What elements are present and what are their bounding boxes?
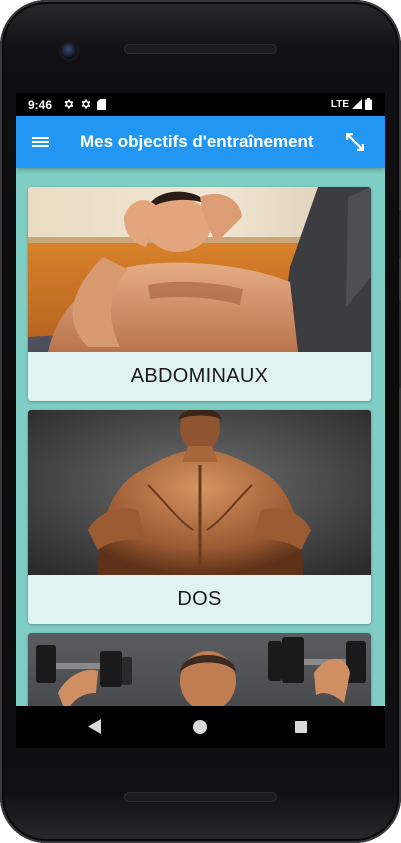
gear-icon [64, 99, 74, 109]
objectives-list[interactable]: ABDOMINAUX DOS [16, 168, 385, 706]
back-triangle-icon[interactable] [88, 719, 102, 734]
objective-card-dos[interactable]: DOS [28, 410, 371, 624]
muscular-back-photo [28, 410, 371, 575]
network-type-label: LTE [330, 98, 349, 110]
objective-label: ABDOMINAUX [130, 365, 269, 387]
app-toolbar: Mes objectifs d'entraînement [16, 116, 385, 168]
man-lifting-dumbbells-photo [28, 633, 371, 706]
status-time: 9:46 [28, 98, 53, 112]
man-doing-sit-ups-photo [28, 187, 371, 352]
sd-card-icon [97, 98, 106, 110]
battery-icon [365, 98, 372, 110]
objective-card-abdominaux[interactable]: ABDOMINAUX [28, 187, 371, 401]
status-system-icons: LTE [331, 98, 372, 110]
device-screen: 9:46 LTE Mes objectifs d'entraînement AB… [16, 93, 385, 706]
objective-card-3[interactable] [28, 633, 371, 706]
gear-icon [81, 99, 91, 109]
hamburger-menu-icon[interactable] [31, 131, 50, 153]
phone-frame: 9:46 LTE Mes objectifs d'entraînement AB… [0, 0, 401, 843]
toolbar-title: Mes objectifs d'entraînement [80, 132, 314, 151]
objective-label: DOS [177, 588, 222, 610]
signal-icon [352, 99, 362, 109]
status-bar: 9:46 LTE [16, 93, 385, 116]
top-speaker-grille [124, 44, 277, 54]
expand-arrows-icon[interactable] [343, 130, 367, 154]
home-circle-icon[interactable] [193, 720, 207, 734]
front-camera [61, 43, 77, 59]
system-navigation-bar [16, 706, 385, 748]
bottom-speaker-grille [124, 792, 277, 802]
recents-square-icon[interactable] [295, 721, 307, 733]
status-notification-icons [63, 98, 106, 110]
